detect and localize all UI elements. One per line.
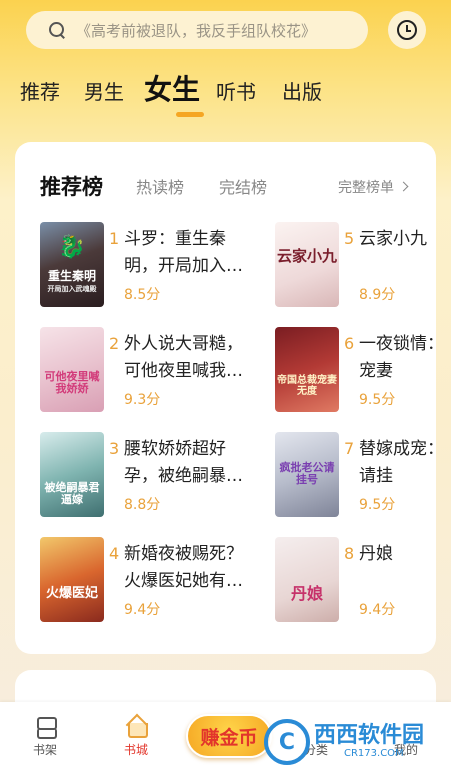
book-title: 新婚夜被赐死？火爆医妃她有… bbox=[124, 544, 243, 591]
watermark-subtext: CR173.COM bbox=[344, 748, 404, 759]
book-score: 8.9分 bbox=[359, 287, 396, 303]
book-title: 丹娘 bbox=[359, 544, 393, 564]
book-item[interactable]: 丹娘 8 丹娘 9.4分 bbox=[275, 537, 436, 627]
tab-finished-ranking[interactable]: 完结榜 bbox=[219, 175, 267, 201]
book-cover: 火爆医妃 bbox=[40, 537, 104, 622]
book-item[interactable]: 火爆医妃 4 新婚夜被赐死？火爆医妃她有… 9.4分 bbox=[40, 537, 260, 627]
book-title: 腰软娇娇超好孕，被绝嗣暴… bbox=[124, 439, 243, 486]
book-rank: 2 bbox=[109, 334, 120, 353]
search-placeholder: 《高考前被退队，我反手组队校花》 bbox=[76, 21, 317, 40]
nav-bookshelf[interactable]: 书架 bbox=[15, 716, 75, 758]
tab-male[interactable]: 男生 bbox=[84, 72, 124, 112]
book-cover: 🐉 重生秦明 开局加入武魂殿 bbox=[40, 222, 104, 307]
watermark: C 西西软件园 CR173.COM bbox=[264, 712, 451, 772]
watermark-text: 西西软件园 bbox=[314, 723, 425, 748]
book-cover: 可他夜里喊我娇娇 bbox=[40, 327, 104, 412]
book-rank: 4 bbox=[109, 544, 120, 563]
book-rank: 5 bbox=[344, 229, 355, 248]
watermark-logo: C bbox=[264, 719, 310, 765]
tab-hot-ranking[interactable]: 热读榜 bbox=[136, 175, 184, 201]
book-score: 9.3分 bbox=[124, 392, 161, 408]
book-cover: 被绝嗣暴君逼嫁 bbox=[40, 432, 104, 517]
tab-recommend-ranking[interactable]: 推荐榜 bbox=[40, 172, 103, 202]
chevron-right-icon bbox=[398, 181, 409, 192]
book-item[interactable]: 🐉 重生秦明 开局加入武魂殿 1 斗罗：重生秦明，开局加入… 8.5分 bbox=[40, 222, 260, 312]
book-title: 云家小九 bbox=[359, 229, 427, 249]
bookshelf-icon bbox=[34, 716, 57, 739]
active-tab-indicator bbox=[176, 112, 204, 117]
book-rank: 8 bbox=[344, 544, 355, 563]
book-score: 9.5分 bbox=[359, 497, 396, 513]
book-item[interactable]: 疯批老公请挂号 7 替嫁成宠：老公请挂 9.5分 bbox=[275, 432, 436, 522]
full-ranking-link[interactable]: 完整榜单 bbox=[338, 175, 409, 201]
book-score: 8.5分 bbox=[124, 287, 161, 303]
clock-icon bbox=[397, 20, 417, 40]
nav-bookstore[interactable]: 书城 bbox=[106, 716, 166, 758]
tab-female[interactable]: 女生 bbox=[144, 70, 200, 110]
book-title: 斗罗：重生秦明，开局加入… bbox=[124, 229, 243, 276]
full-ranking-label: 完整榜单 bbox=[338, 180, 394, 196]
book-cover: 帝国总裁宠妻无度 bbox=[275, 327, 339, 412]
book-item[interactable]: 被绝嗣暴君逼嫁 3 腰软娇娇超好孕，被绝嗣暴… 8.8分 bbox=[40, 432, 260, 522]
tab-recommend[interactable]: 推荐 bbox=[20, 72, 60, 112]
book-title: 一夜锁情：总裁宠妻 bbox=[359, 334, 436, 381]
book-title: 替嫁成宠：老公请挂 bbox=[359, 439, 436, 486]
book-score: 8.8分 bbox=[124, 497, 161, 513]
search-bar[interactable]: 《高考前被退队，我反手组队校花》 bbox=[26, 11, 368, 49]
history-button[interactable] bbox=[388, 11, 426, 49]
book-item[interactable]: 帝国总裁宠妻无度 6 一夜锁情：总裁宠妻 9.5分 bbox=[275, 327, 436, 417]
earn-coins-button[interactable]: 赚金币 bbox=[186, 714, 272, 758]
book-rank: 1 bbox=[109, 229, 120, 248]
ranking-card: 推荐榜 热读榜 完结榜 完整榜单 🐉 重生秦明 开局加入武魂殿 1 斗罗：重生秦… bbox=[15, 142, 436, 654]
ranking-tabs: 推荐榜 热读榜 完结榜 完整榜单 bbox=[40, 172, 420, 202]
book-cover: 云家小九 bbox=[275, 222, 339, 307]
tab-publish[interactable]: 出版 bbox=[282, 72, 322, 112]
search-icon bbox=[48, 21, 66, 39]
nav-label: 书城 bbox=[123, 743, 148, 757]
book-rank: 7 bbox=[344, 439, 355, 458]
book-rank: 6 bbox=[344, 334, 355, 353]
book-rank: 3 bbox=[109, 439, 120, 458]
book-cover: 疯批老公请挂号 bbox=[275, 432, 339, 517]
book-cover: 丹娘 bbox=[275, 537, 339, 622]
book-item[interactable]: 云家小九 5 云家小九 8.9分 bbox=[275, 222, 436, 312]
book-item[interactable]: 可他夜里喊我娇娇 2 外人说大哥糙，可他夜里喊我… 9.3分 bbox=[40, 327, 260, 417]
nav-label: 书架 bbox=[32, 743, 57, 757]
book-score: 9.5分 bbox=[359, 392, 396, 408]
book-score: 9.4分 bbox=[124, 602, 161, 618]
home-icon bbox=[125, 716, 148, 738]
tab-audiobook[interactable]: 听书 bbox=[216, 72, 256, 112]
book-title: 外人说大哥糙，可他夜里喊我… bbox=[124, 334, 243, 381]
book-score: 9.4分 bbox=[359, 602, 396, 618]
